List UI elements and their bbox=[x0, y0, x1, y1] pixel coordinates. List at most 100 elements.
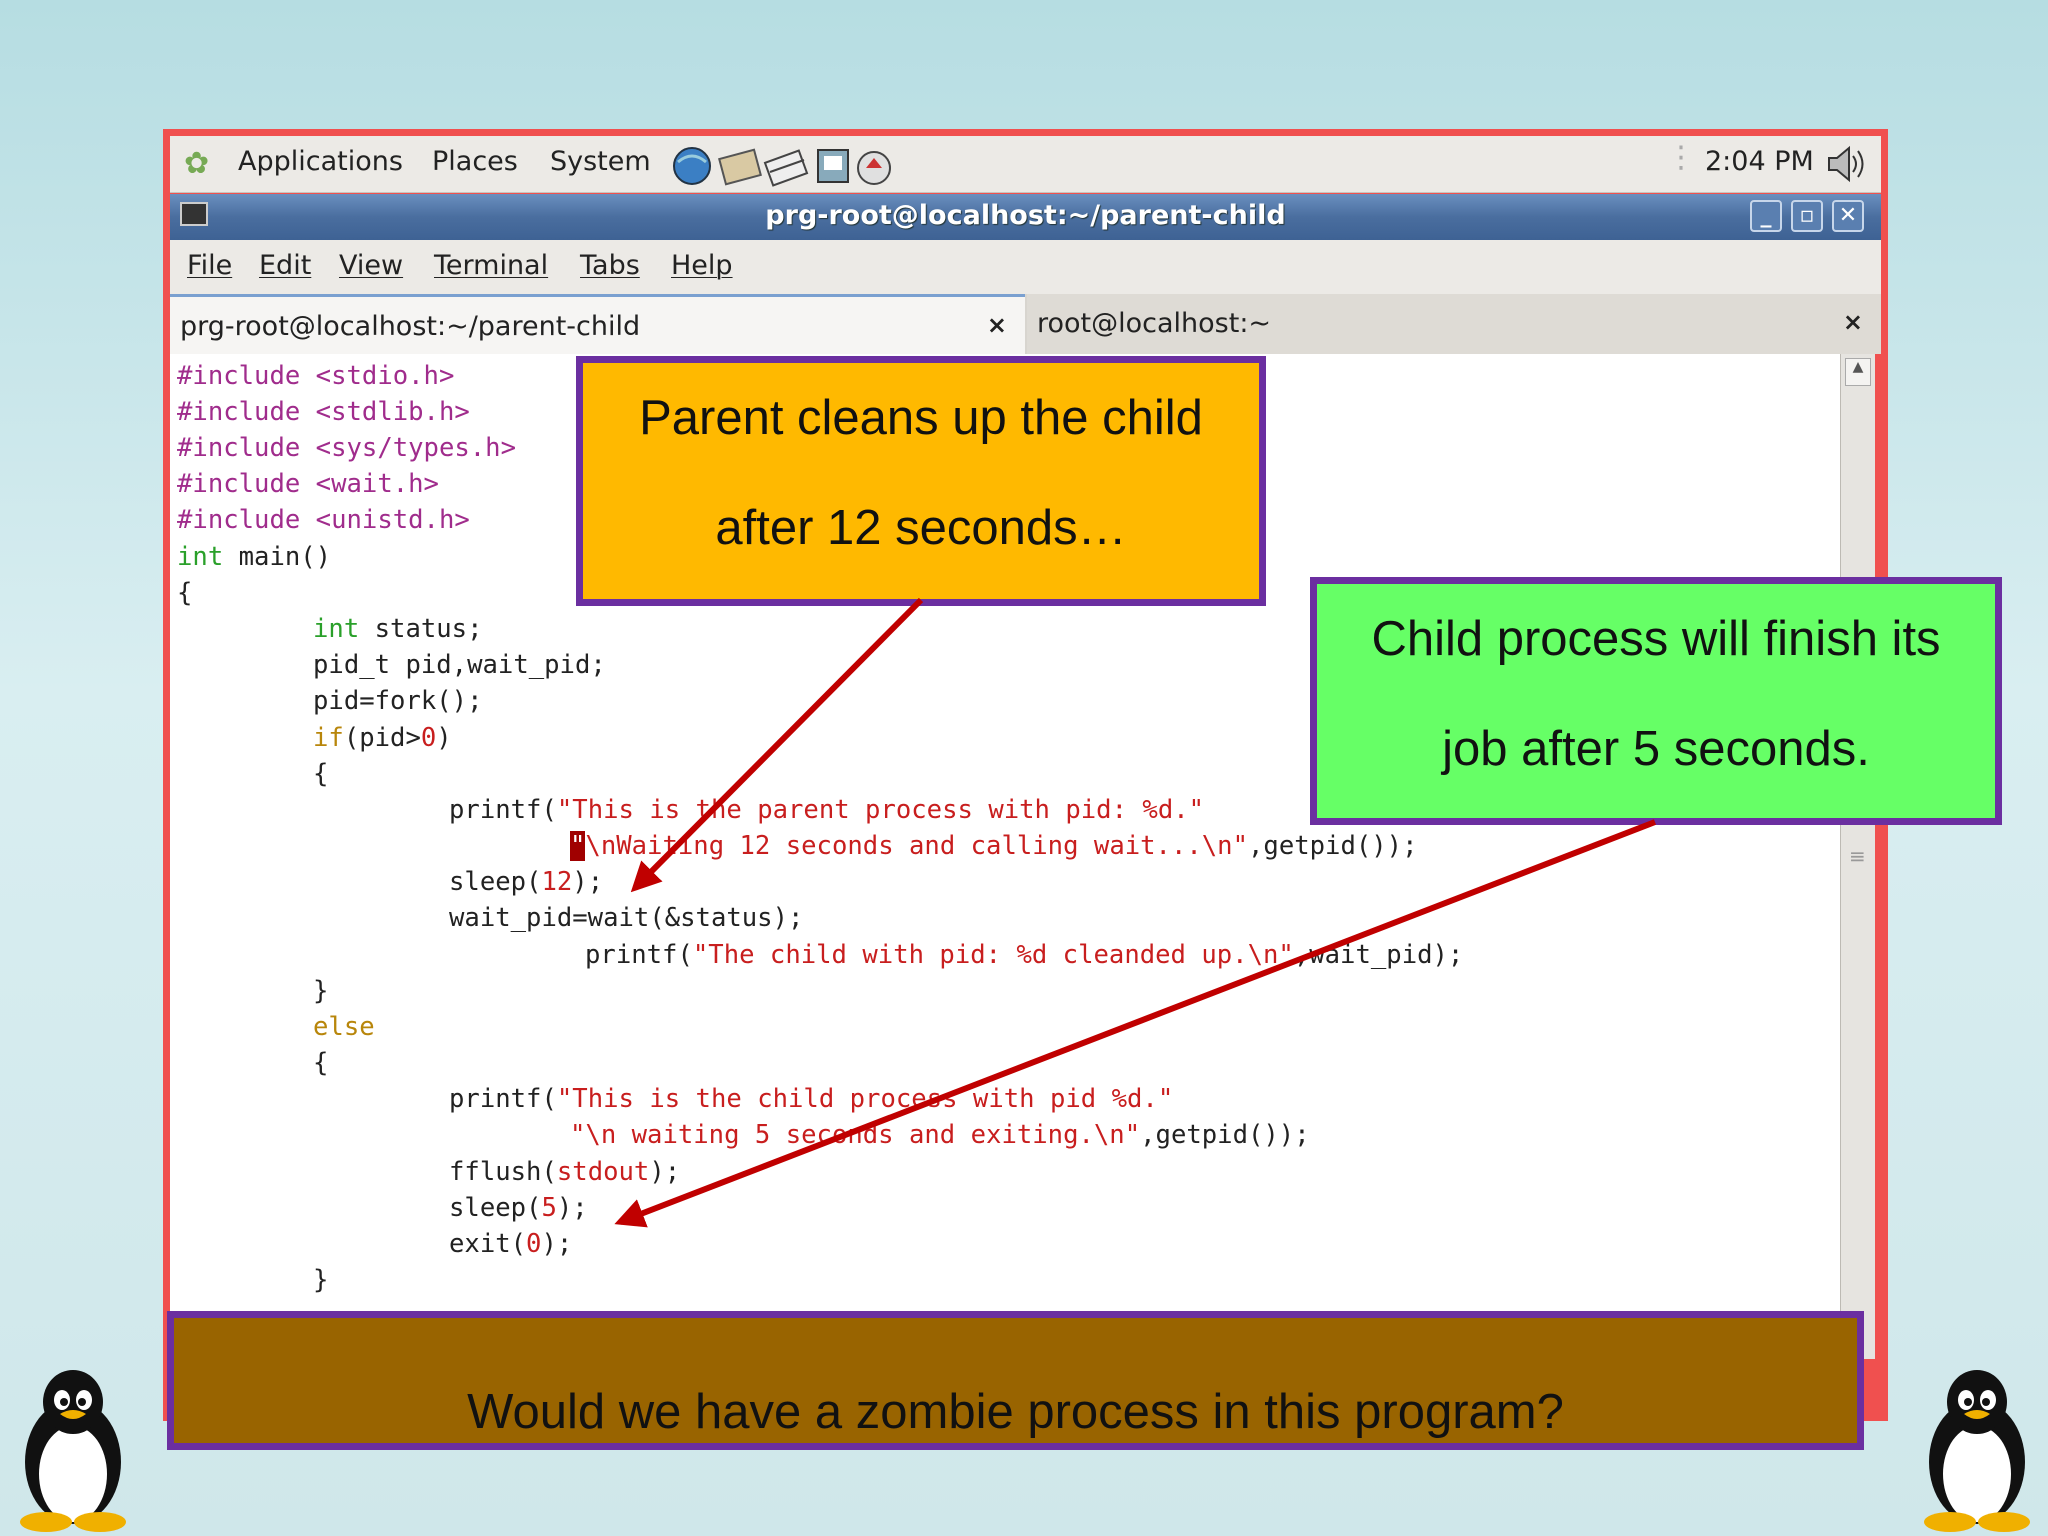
maximize-button[interactable]: ▫ bbox=[1791, 200, 1823, 232]
code-token: ) bbox=[436, 723, 452, 753]
code-token: ,wait_pid); bbox=[1293, 940, 1464, 970]
notes-icon[interactable] bbox=[763, 149, 809, 187]
tab-label: root@localhost:~ bbox=[1037, 308, 1272, 339]
browser-icon[interactable] bbox=[673, 147, 711, 185]
applications-menu[interactable]: Applications bbox=[238, 146, 403, 177]
scroll-up-arrow-icon[interactable]: ▲ bbox=[1845, 358, 1871, 386]
menu-terminal[interactable]: Terminal bbox=[434, 250, 548, 281]
code-line: pid=fork(); bbox=[313, 686, 483, 716]
tab-root[interactable]: root@localhost:~ × bbox=[1027, 294, 1881, 354]
code-line: int status; bbox=[313, 614, 483, 644]
tux-penguin-icon bbox=[1924, 1370, 2030, 1532]
code-token: 5 bbox=[541, 1193, 557, 1223]
code-token: ); bbox=[556, 1193, 588, 1223]
code-line: } bbox=[313, 976, 329, 1006]
code-token: status; bbox=[359, 614, 483, 644]
window-title: prg-root@localhost:~/parent-child bbox=[765, 200, 1286, 231]
gnome-foot-icon[interactable]: ✿ bbox=[184, 146, 209, 181]
volume-icon[interactable] bbox=[1825, 144, 1871, 184]
code-token: int bbox=[177, 542, 224, 572]
code-token: "\n waiting 5 seconds and exiting.\n" bbox=[570, 1120, 1141, 1150]
code-line: #include <sys/types.h> bbox=[177, 433, 516, 463]
code-token: ,getpid()); bbox=[1140, 1120, 1310, 1150]
close-button[interactable]: ✕ bbox=[1832, 200, 1864, 232]
code-line: int main() bbox=[177, 542, 331, 572]
tux-penguin-icon bbox=[20, 1370, 126, 1532]
menu-view[interactable]: View bbox=[339, 250, 403, 281]
update-icon[interactable] bbox=[857, 151, 891, 185]
question-text: Would we have a zombie process in this p… bbox=[467, 1385, 1564, 1439]
tab-label: prg-root@localhost:~/parent-child bbox=[180, 311, 641, 342]
minimize-button[interactable]: _ bbox=[1750, 200, 1782, 232]
code-line: printf("This is the parent process with … bbox=[449, 795, 1204, 825]
code-line: printf("This is the child process with p… bbox=[449, 1084, 1173, 1114]
code-line: "\n waiting 5 seconds and exiting.\n",ge… bbox=[570, 1120, 1310, 1150]
code-line: { bbox=[177, 578, 193, 608]
code-token: fflush( bbox=[449, 1157, 557, 1187]
screenshot-icon[interactable] bbox=[817, 149, 849, 183]
code-token: ); bbox=[541, 1229, 573, 1259]
text-cursor: " bbox=[570, 831, 586, 861]
scrollbar-grip[interactable]: ≡ bbox=[1849, 844, 1866, 868]
code-token: ); bbox=[572, 867, 604, 897]
code-token: \nWaiting 12 seconds and calling wait...… bbox=[585, 831, 1248, 861]
menu-edit[interactable]: Edit bbox=[259, 250, 311, 281]
code-line: sleep(5); bbox=[449, 1193, 588, 1223]
code-token: (pid> bbox=[343, 723, 421, 753]
code-line: "\nWaiting 12 seconds and calling wait..… bbox=[570, 831, 1418, 861]
callout-child: Child process will finish its job after … bbox=[1310, 577, 2002, 825]
top-panel: ✿ Applications Places System ⋮ 2:04 PM bbox=[170, 136, 1881, 193]
code-token: ,getpid()); bbox=[1248, 831, 1418, 861]
panel-separator: ⋮ bbox=[1666, 140, 1696, 175]
code-line: sleep(12); bbox=[449, 867, 603, 897]
mail-icon[interactable] bbox=[718, 148, 762, 186]
launcher-icons bbox=[673, 147, 891, 187]
code-line: fflush(stdout); bbox=[449, 1157, 680, 1187]
callout-question: Would we have a zombie process in this p… bbox=[167, 1311, 1864, 1450]
code-token: "This is the child process with pid %d." bbox=[556, 1084, 1174, 1114]
code-line: #include <stdlib.h> bbox=[177, 397, 470, 427]
menu-bar: File Edit View Terminal Tabs Help bbox=[170, 240, 1881, 294]
code-line: pid_t pid,wait_pid; bbox=[313, 650, 606, 680]
places-menu[interactable]: Places bbox=[432, 146, 518, 177]
code-token: sleep( bbox=[449, 867, 542, 897]
code-token: if bbox=[313, 723, 344, 753]
code-line: else bbox=[313, 1012, 375, 1042]
code-token: sleep( bbox=[449, 1193, 542, 1223]
system-menu[interactable]: System bbox=[550, 146, 651, 177]
code-token: 12 bbox=[541, 867, 573, 897]
code-token: int bbox=[313, 614, 360, 644]
code-token: exit( bbox=[449, 1229, 527, 1259]
tab-parent-child[interactable]: prg-root@localhost:~/parent-child × bbox=[170, 294, 1025, 354]
code-token: stdout bbox=[556, 1157, 650, 1187]
code-token: main() bbox=[223, 542, 332, 572]
clock[interactable]: 2:04 PM bbox=[1705, 146, 1814, 177]
code-token: "This is the parent process with pid: %d… bbox=[556, 795, 1205, 825]
menu-tabs[interactable]: Tabs bbox=[580, 250, 640, 281]
code-token: 0 bbox=[420, 723, 437, 753]
code-token: 0 bbox=[526, 1229, 542, 1259]
code-line: printf("The child with pid: %d cleanded … bbox=[585, 940, 1463, 970]
code-token: printf( bbox=[449, 1084, 557, 1114]
code-token: printf( bbox=[585, 940, 693, 970]
code-line: { bbox=[313, 1048, 329, 1078]
menu-help[interactable]: Help bbox=[671, 250, 733, 281]
tab-close-icon[interactable]: × bbox=[987, 311, 1007, 339]
terminal-scrollbar[interactable]: ▲ ≡ bbox=[1840, 354, 1875, 1359]
code-line: #include <stdio.h> bbox=[177, 361, 455, 391]
code-line: if(pid>0) bbox=[313, 723, 452, 753]
code-line: { bbox=[313, 759, 329, 789]
callout-parent: Parent cleans up the child after 12 seco… bbox=[576, 356, 1266, 606]
callout-line: Parent cleans up the child bbox=[639, 391, 1203, 445]
callout-line: after 12 seconds… bbox=[715, 501, 1127, 555]
code-token: ); bbox=[649, 1157, 681, 1187]
tab-bar: prg-root@localhost:~/parent-child × root… bbox=[170, 294, 1881, 354]
callout-line: Child process will finish its bbox=[1371, 612, 1941, 666]
code-line: #include <wait.h> bbox=[177, 469, 439, 499]
window-titlebar[interactable]: prg-root@localhost:~/parent-child _ ▫ ✕ bbox=[170, 194, 1881, 240]
code-line: #include <unistd.h> bbox=[177, 505, 470, 535]
menu-file[interactable]: File bbox=[187, 250, 232, 281]
code-line: } bbox=[313, 1265, 329, 1295]
tab-close-icon[interactable]: × bbox=[1843, 308, 1863, 336]
code-line: exit(0); bbox=[449, 1229, 572, 1259]
